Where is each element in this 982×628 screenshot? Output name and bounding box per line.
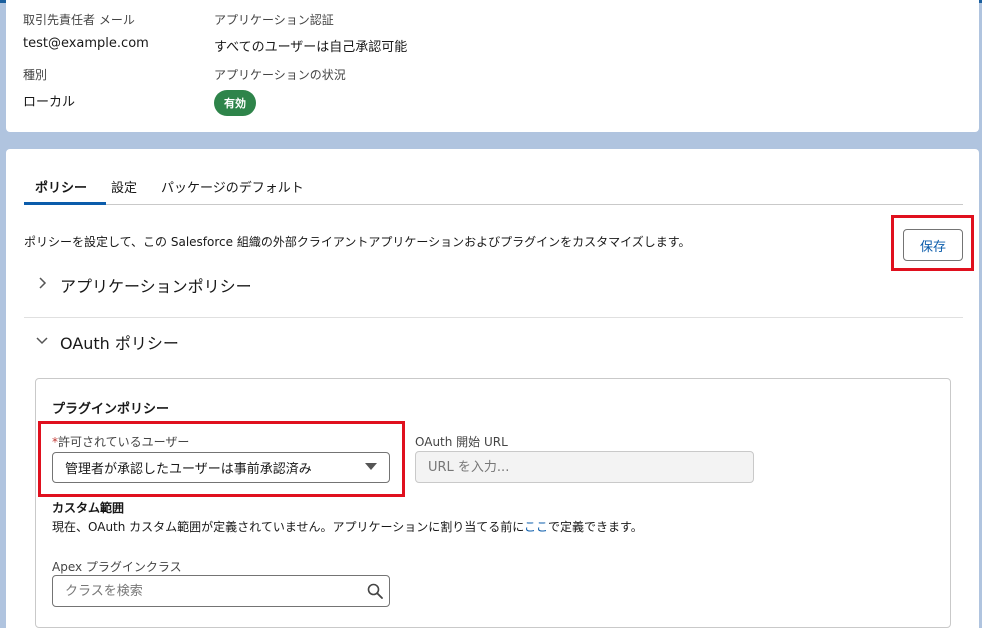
type-value: ローカル bbox=[23, 95, 76, 110]
tab-bar: ポリシー 設定 パッケージのデフォルト bbox=[24, 167, 963, 205]
app-auth-value: すべてのユーザーは自己承認可能 bbox=[214, 40, 408, 55]
policy-description: ポリシーを設定して、この Salesforce 組織の外部クライアントアプリケー… bbox=[24, 235, 691, 249]
custom-scope-text-after: で定義できます。 bbox=[548, 520, 643, 534]
permitted-users-label-text: 許可されているユーザー bbox=[58, 435, 190, 449]
app-policy-section-header[interactable]: アプリケーションポリシー bbox=[36, 273, 252, 297]
oauth-start-url-label: OAuth 開始 URL bbox=[415, 435, 508, 449]
active-tab-indicator bbox=[24, 202, 106, 205]
policy-card: ポリシー 設定 パッケージのデフォルト ポリシーを設定して、この Salesfo… bbox=[6, 149, 979, 628]
class-search-input[interactable] bbox=[53, 576, 353, 606]
save-button[interactable]: 保存 bbox=[903, 229, 963, 261]
section-divider bbox=[24, 317, 963, 318]
permitted-users-label: *許可されているユーザー bbox=[52, 433, 189, 450]
custom-scope-title: カスタム範囲 bbox=[52, 501, 125, 515]
chevron-right-icon bbox=[36, 277, 56, 293]
type-label: 種別 bbox=[23, 68, 48, 82]
custom-scope-text-before: 現在、OAuth カスタム範囲が定義されていません。アプリケーションに割り当てる… bbox=[52, 520, 524, 534]
permitted-users-select[interactable]: 管理者が承認したユーザーは事前承認済み bbox=[52, 452, 390, 483]
oauth-policy-section-title: OAuth ポリシー bbox=[60, 334, 179, 353]
custom-scope-text: 現在、OAuth カスタム範囲が定義されていません。アプリケーションに割り当てる… bbox=[52, 518, 643, 535]
app-status-label: アプリケーションの状況 bbox=[214, 68, 346, 82]
custom-scope-link[interactable]: ここ bbox=[524, 520, 548, 534]
contact-email-label: 取引先責任者 メール bbox=[23, 13, 135, 27]
status-badge: 有効 bbox=[214, 90, 256, 116]
type-field: 種別 ローカル bbox=[23, 66, 75, 110]
plugin-policy-panel: プラグインポリシー *許可されているユーザー 管理者が承認したユーザーは事前承認… bbox=[35, 378, 951, 628]
app-auth-field: アプリケーション認証 すべてのユーザーは自己承認可能 bbox=[214, 11, 407, 55]
app-auth-label: アプリケーション認証 bbox=[214, 13, 334, 27]
app-summary-card: 取引先責任者 メール test@example.com アプリケーション認証 す… bbox=[6, 0, 979, 132]
plugin-policy-title: プラグインポリシー bbox=[52, 402, 170, 417]
app-status-field: アプリケーションの状況 有効 bbox=[214, 66, 346, 116]
contact-email-field: 取引先責任者 メール test@example.com bbox=[23, 11, 149, 51]
caret-down-icon bbox=[365, 461, 377, 474]
tab-package-defaults[interactable]: パッケージのデフォルト bbox=[161, 177, 304, 196]
app-policy-section-title: アプリケーションポリシー bbox=[60, 277, 252, 296]
search-icon[interactable] bbox=[367, 583, 383, 599]
chevron-down-icon bbox=[36, 334, 56, 350]
tab-policy[interactable]: ポリシー bbox=[35, 177, 87, 196]
apex-plugin-class-label: Apex プラグインクラス bbox=[52, 560, 182, 574]
oauth-policy-section-header[interactable]: OAuth ポリシー bbox=[36, 330, 179, 354]
permitted-users-selected-value: 管理者が承認したユーザーは事前承認済み bbox=[65, 462, 312, 477]
tab-settings[interactable]: 設定 bbox=[111, 177, 137, 196]
contact-email-value: test@example.com bbox=[23, 36, 149, 51]
class-search-box bbox=[52, 575, 390, 607]
oauth-start-url-input[interactable] bbox=[415, 451, 754, 483]
